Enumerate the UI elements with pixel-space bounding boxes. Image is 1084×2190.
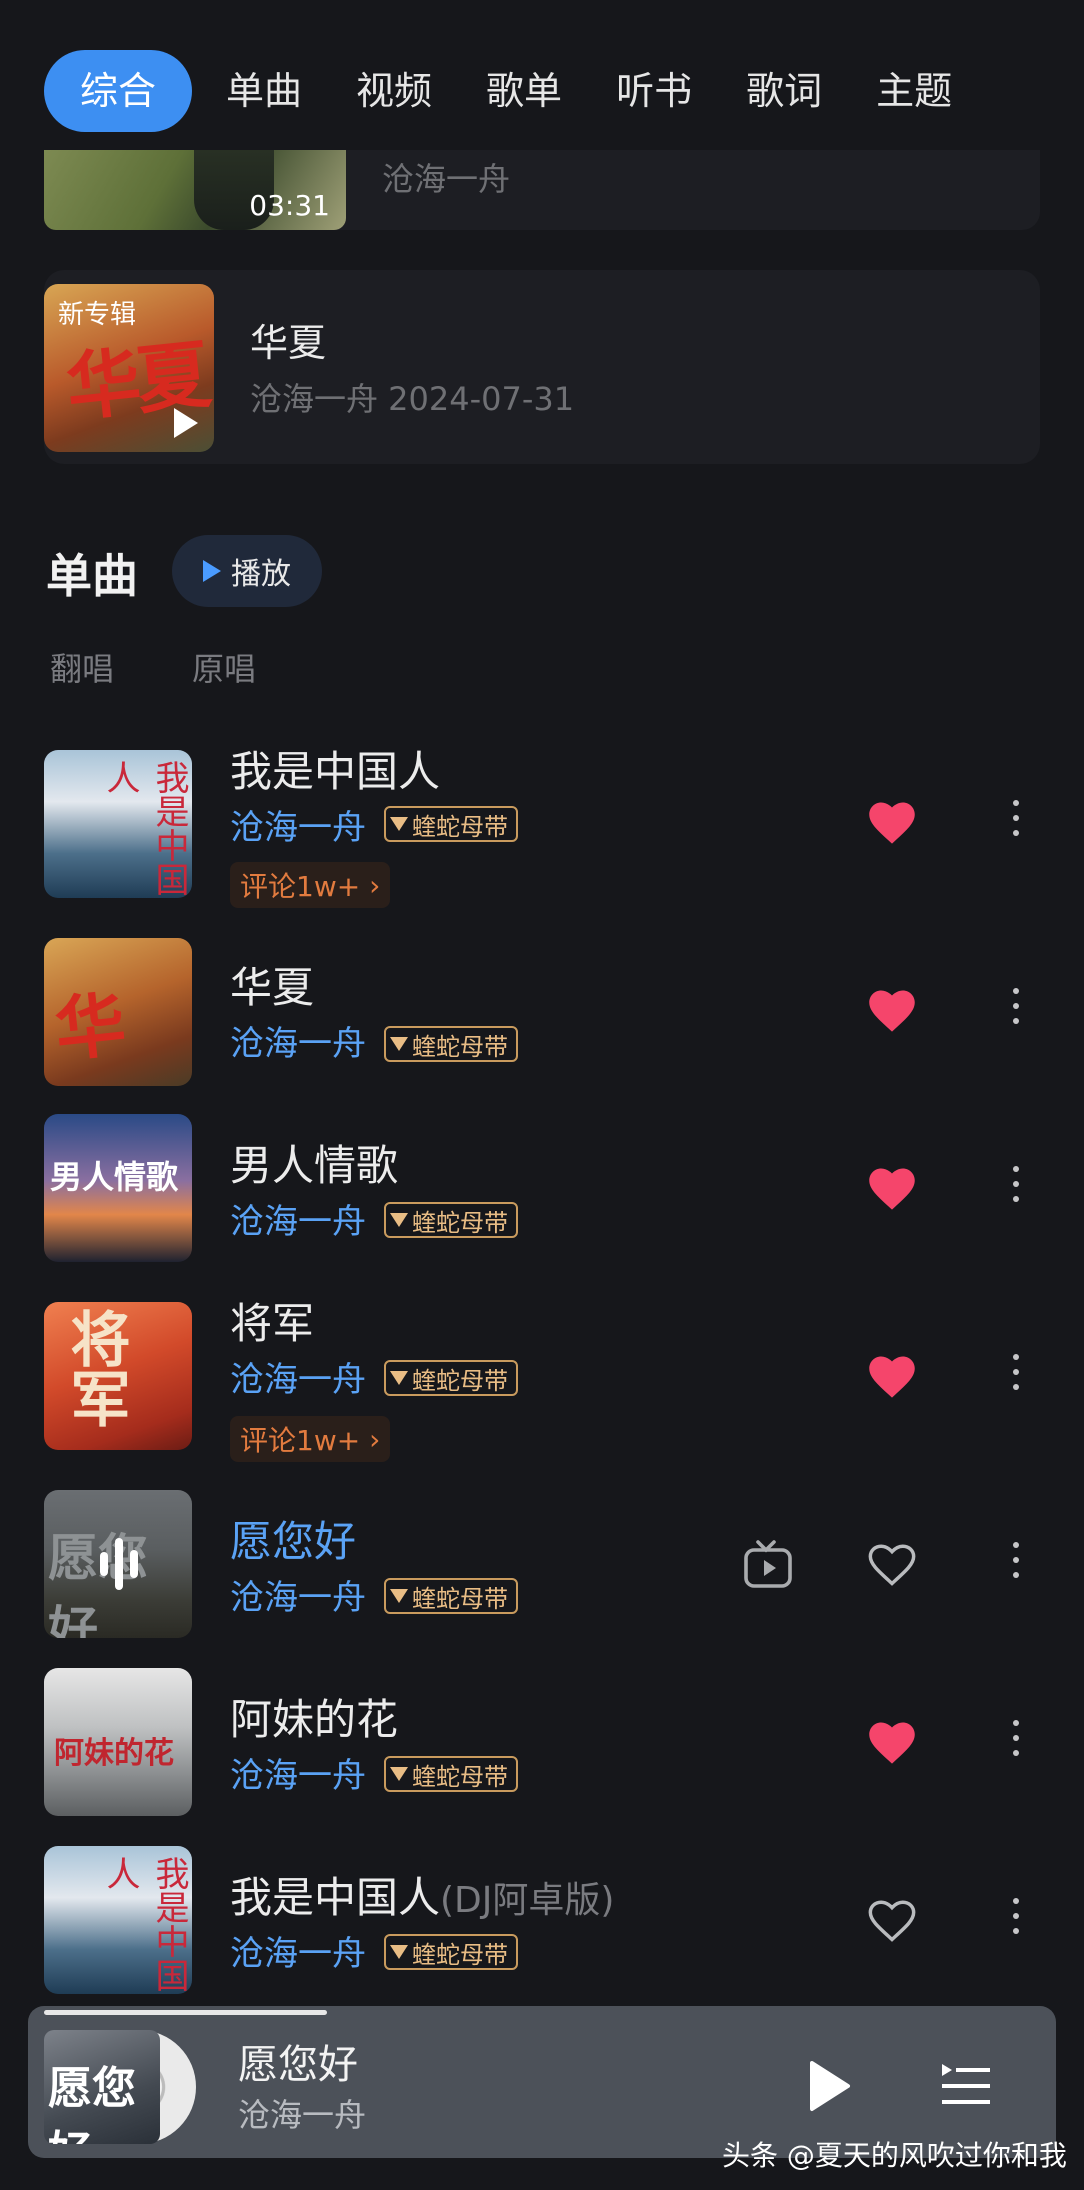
now-playing-album-art: 愿您好 (44, 2030, 160, 2144)
song-artist[interactable]: 沧海一舟 (230, 1194, 366, 1243)
tab-lyrics[interactable]: 歌词 (746, 50, 822, 132)
quality-tag: 蝰蛇母带 (384, 1934, 518, 1970)
tab-comprehensive[interactable]: 综合 (44, 50, 193, 132)
play-icon (174, 408, 198, 438)
heart-outline-icon[interactable] (866, 1540, 918, 1588)
playback-progress[interactable] (44, 2010, 327, 2015)
tab-singles[interactable]: 单曲 (226, 50, 302, 132)
song-artist[interactable]: 沧海一舟 (230, 1016, 366, 1065)
heart-filled-icon[interactable] (866, 1718, 918, 1766)
comment-badge[interactable]: 评论1w+ › (230, 1416, 391, 1462)
song-cover-art-text: 我是中国人 (100, 1856, 189, 1992)
song-cover: 我是中国人 (44, 1846, 192, 1994)
song-title: 我是中国人(DJ阿卓版) (230, 1873, 615, 1922)
play-button-icon[interactable] (808, 2060, 852, 2112)
viper-icon (390, 1213, 408, 1227)
video-duration: 03:31 (249, 189, 330, 222)
song-cover: 将军 (44, 1302, 192, 1450)
more-options-icon[interactable] (1006, 1720, 1026, 1768)
song-artist[interactable]: 沧海一舟 (230, 1352, 366, 1401)
more-options-icon[interactable] (1006, 988, 1026, 1036)
viper-icon (390, 1945, 408, 1959)
song-artist[interactable]: 沧海一舟 (230, 800, 366, 849)
now-playing-cover[interactable]: 愿您好 (44, 2030, 206, 2144)
filter-cover[interactable]: 翻唱 (50, 644, 114, 690)
viper-icon (390, 1767, 408, 1781)
song-cover-art-text: 我是中国人 (100, 760, 189, 896)
song-cover: 男人情歌 (44, 1114, 192, 1262)
heart-filled-icon[interactable] (866, 798, 918, 846)
album-cover[interactable]: 新专辑 华夏 (44, 284, 214, 452)
now-playing-title: 愿您好 (238, 2042, 358, 2088)
now-playing-cover-text: 愿您好 (48, 2063, 136, 2144)
song-cover: 华夏 (44, 938, 192, 1086)
play-all-button[interactable]: 播放 (172, 535, 322, 607)
mv-icon[interactable] (742, 1540, 794, 1590)
heart-outline-icon[interactable] (866, 1896, 918, 1944)
quality-tag: 蝰蛇母带 (384, 1578, 518, 1614)
song-title: 华夏 (230, 963, 315, 1012)
song-title: 我是中国人 (230, 747, 441, 796)
viper-icon (390, 1589, 408, 1603)
watermark: 头条 @夏天的风吹过你和我 (722, 2139, 1067, 2172)
playing-indicator-icon (100, 1538, 138, 1590)
song-title: 男人情歌 (230, 1141, 399, 1190)
tab-playlists[interactable]: 歌单 (486, 50, 562, 132)
song-title: 愿您好 (230, 1517, 357, 1566)
viper-icon (390, 817, 408, 831)
quality-tag: 蝰蛇母带 (384, 1026, 518, 1062)
play-icon (203, 560, 221, 582)
quality-tag: 蝰蛇母带 (384, 806, 518, 842)
album-meta: 沧海一舟 2024-07-31 (250, 380, 575, 418)
song-cover: 愿您好 (44, 1490, 192, 1638)
song-artist[interactable]: 沧海一舟 (230, 1748, 366, 1797)
song-cover: 阿妹的花 (44, 1668, 192, 1816)
viper-icon (390, 1037, 408, 1051)
video-thumbnail[interactable]: 03:31 (44, 150, 346, 230)
song-version-label: (DJ阿卓版) (440, 1880, 615, 1921)
song-title: 将军 (230, 1299, 315, 1348)
more-options-icon[interactable] (1006, 1542, 1026, 1590)
heart-filled-icon[interactable] (866, 1352, 918, 1400)
heart-filled-icon[interactable] (866, 986, 918, 1034)
heart-filled-icon[interactable] (866, 1164, 918, 1212)
song-cover-art-text: 男人情歌 (50, 1158, 179, 1196)
category-tabs: 综合 单曲 视频 歌单 听书 歌词 主题 (44, 50, 1084, 132)
album-title: 华夏 (250, 321, 327, 365)
tab-themes[interactable]: 主题 (876, 50, 952, 132)
more-options-icon[interactable] (1006, 1898, 1026, 1946)
quality-tag: 蝰蛇母带 (384, 1202, 518, 1238)
filter-original[interactable]: 原唱 (192, 644, 256, 690)
more-options-icon[interactable] (1006, 1166, 1026, 1214)
comment-badge[interactable]: 评论1w+ › (230, 862, 391, 908)
video-artist: 沧海一舟 (382, 160, 511, 198)
song-cover: 我是中国人 (44, 750, 192, 898)
song-artist[interactable]: 沧海一舟 (230, 1926, 366, 1975)
song-title: 阿妹的花 (230, 1695, 399, 1744)
more-options-icon[interactable] (1006, 800, 1026, 848)
quality-tag: 蝰蛇母带 (384, 1360, 518, 1396)
section-title: 单曲 (46, 549, 138, 603)
song-cover-art-text: 将军 (60, 1308, 130, 1428)
song-cover-art-text: 阿妹的花 (54, 1736, 174, 1771)
more-options-icon[interactable] (1006, 1354, 1026, 1402)
tab-audiobooks[interactable]: 听书 (616, 50, 692, 132)
now-playing-artist: 沧海一舟 (238, 2096, 367, 2134)
viper-icon (390, 1371, 408, 1385)
tab-videos[interactable]: 视频 (356, 50, 432, 132)
play-all-label: 播放 (231, 557, 291, 592)
playlist-icon[interactable] (940, 2060, 992, 2106)
song-cover-art-text: 华夏 (51, 983, 140, 1086)
quality-tag: 蝰蛇母带 (384, 1756, 518, 1792)
song-artist[interactable]: 沧海一舟 (230, 1570, 366, 1619)
